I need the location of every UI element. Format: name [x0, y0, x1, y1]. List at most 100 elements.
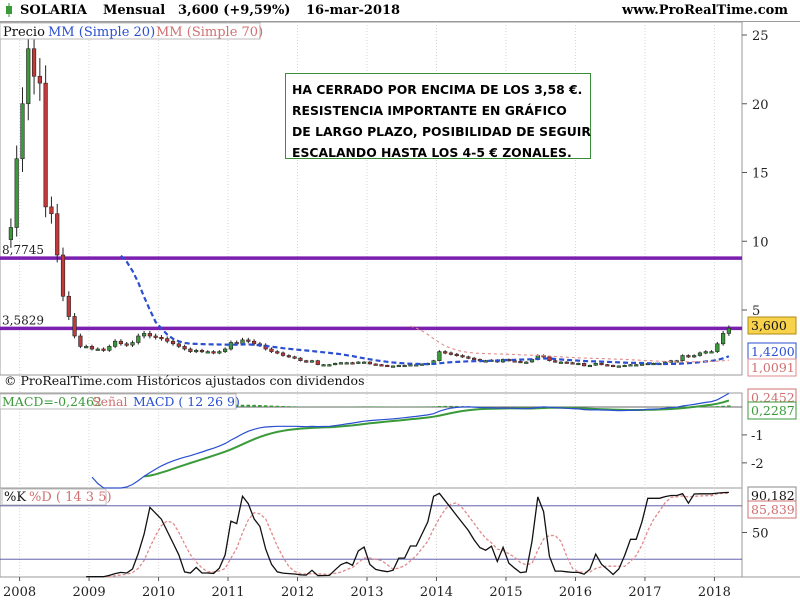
candle-body: [402, 364, 407, 368]
year-label: 2013: [350, 585, 383, 600]
macd-tick-label: -1: [751, 429, 764, 444]
candle-icon: [4, 3, 14, 19]
candle-body: [165, 338, 170, 342]
site-link[interactable]: www.ProRealTime.com: [622, 3, 788, 18]
macd-histogram-bar: [715, 406, 720, 407]
candle-body: [367, 361, 372, 365]
candle-body: [136, 335, 141, 343]
candle-body: [223, 348, 228, 352]
candle-body: [176, 343, 181, 347]
candle-body: [286, 355, 291, 358]
candle-body: [448, 352, 454, 355]
candle-body: [240, 339, 245, 345]
candle-body: [703, 351, 708, 354]
macd-histogram-bar: [287, 406, 291, 407]
legend-price: Precio: [3, 25, 45, 40]
candle-body: [194, 349, 199, 353]
analysis-note: HA CERRADO POR ENCIMA DE LOS 3,58 €. RES…: [285, 73, 591, 160]
candle-body: [593, 362, 598, 366]
candle-body: [292, 356, 297, 359]
candle-body: [37, 75, 42, 84]
resistance-label: 8,7745: [2, 243, 44, 257]
candle-body: [130, 342, 135, 346]
macd-histogram-bar: [420, 406, 424, 407]
instrument-name: SOLARIA: [20, 3, 87, 18]
macd-histogram-bar: [368, 406, 372, 407]
candle-body: [20, 103, 25, 160]
year-label: 2017: [628, 585, 661, 600]
candle-body: [211, 351, 216, 354]
legend-macd-params: MACD ( 12 26 9): [133, 394, 240, 409]
candle-body: [373, 363, 378, 366]
candle-body: [43, 82, 48, 208]
candle-body: [390, 365, 396, 368]
macd-tick-label: -2: [751, 457, 764, 472]
candle-body: [362, 361, 367, 364]
candle-body: [298, 357, 303, 362]
resistance-label: 3,5829: [2, 313, 44, 327]
candle-body: [692, 355, 697, 358]
period-label: Mensual: [103, 3, 166, 18]
candle-body: [333, 362, 338, 366]
macd-histogram-bar: [246, 404, 251, 407]
candle-body: [26, 48, 31, 105]
macd-histogram-bar: [356, 406, 361, 407]
macd-histogram-bar: [426, 406, 430, 407]
candle-body: [269, 348, 274, 352]
legend-stoch-d: %D ( 14 3 5): [29, 490, 112, 505]
macd-histogram-bar: [258, 405, 262, 407]
candle-body: [170, 340, 176, 345]
candle-body: [31, 48, 37, 77]
candle-body: [147, 333, 152, 337]
candle-body: [564, 361, 569, 364]
candle-body: [472, 357, 477, 360]
macd-histogram-bar: [275, 405, 280, 407]
price-change: 3,600 (+9,59%): [178, 3, 291, 18]
year-label: 2009: [73, 585, 106, 600]
note-line: RESISTENCIA IMPORTANTE EN GRÁFICO: [292, 103, 567, 118]
candle-body: [55, 213, 60, 256]
macd-histogram-bar: [721, 405, 725, 407]
candle-body: [153, 335, 158, 338]
candle-body: [72, 316, 77, 337]
candle-body: [599, 362, 604, 366]
candle-body: [315, 360, 320, 365]
candle-body: [610, 364, 616, 368]
candle-body: [558, 361, 564, 364]
candle-body: [49, 206, 54, 215]
badge-stoch-bottom: 85,839: [751, 502, 795, 517]
macd-histogram-bar: [414, 406, 419, 407]
candle-body: [616, 365, 621, 368]
candle-body: [356, 361, 361, 364]
candle-body: [199, 349, 205, 353]
year-label: 2015: [489, 585, 522, 600]
candle-body: [159, 336, 164, 340]
macd-histogram-bar: [240, 404, 245, 407]
candle-body: [385, 364, 390, 368]
note-line: DE LARGO PLAZO, POSIBILIDAD DE SEGUIR: [292, 124, 591, 139]
macd-histogram-bar: [443, 405, 447, 407]
macd-histogram-bar: [437, 406, 442, 407]
year-label: 2010: [142, 585, 175, 600]
candle-body: [651, 362, 656, 366]
macd-histogram-bar: [727, 405, 731, 407]
chart-date: 16-mar-2018: [306, 3, 401, 18]
candle-body: [379, 364, 384, 367]
candle-body: [680, 355, 685, 361]
candle-body: [118, 340, 124, 345]
candle-body: [124, 343, 129, 346]
candle-body: [304, 360, 309, 363]
candle-body: [188, 348, 193, 352]
legend-ma20: MM (Simple 20): [48, 25, 155, 40]
macd-histogram-bar: [263, 405, 268, 407]
candle-body: [454, 353, 459, 357]
badge-ma20: 1,4200: [751, 344, 795, 359]
candle-body: [338, 362, 344, 365]
macd-histogram-bar: [292, 406, 297, 407]
badge-last-price: 3,600: [751, 318, 787, 333]
candle-body: [639, 363, 645, 366]
candle-body: [309, 360, 315, 363]
macd-histogram-bar: [379, 406, 384, 407]
candle-body: [350, 362, 355, 365]
candle-body: [228, 342, 234, 350]
